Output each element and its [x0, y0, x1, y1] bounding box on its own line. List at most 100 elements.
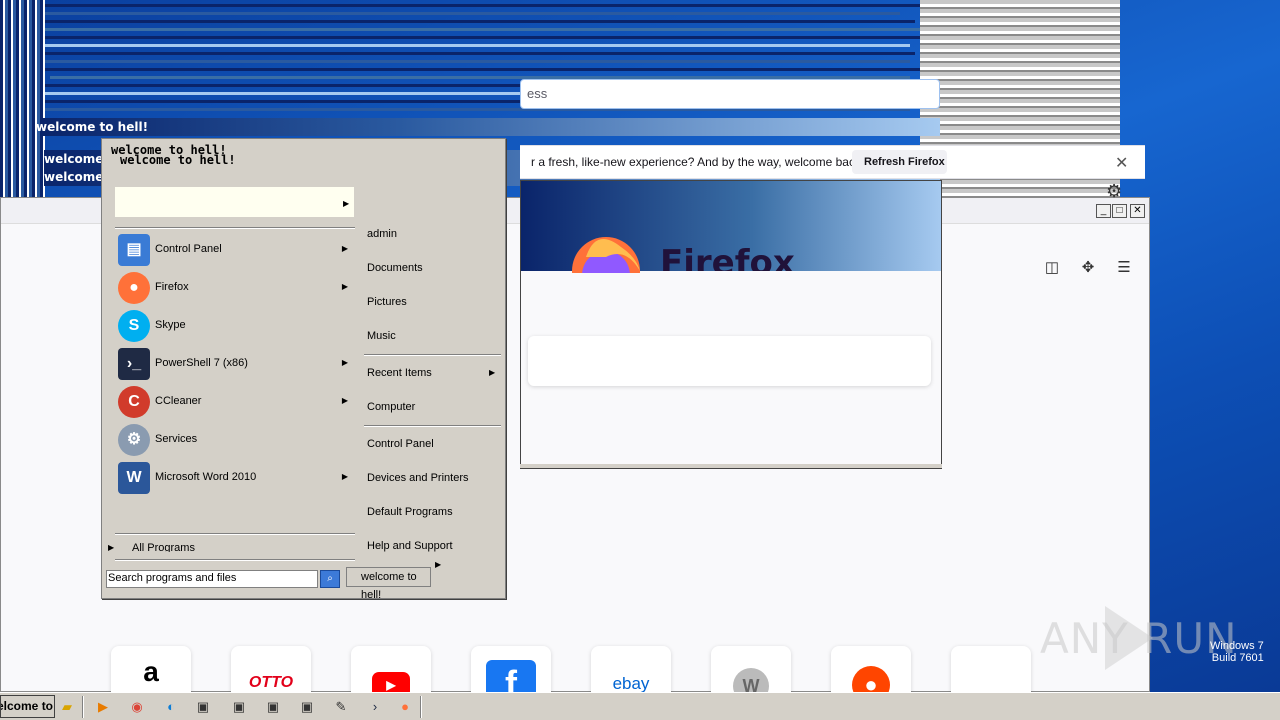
ccleaner-icon: C	[118, 386, 150, 418]
top-site-wikipedia[interactable]: W	[711, 646, 791, 692]
extensions-icon[interactable]: ✥	[1078, 258, 1098, 278]
edge-icon[interactable]: ◐	[160, 697, 182, 717]
start-right-documents[interactable]: Documents	[367, 262, 423, 274]
start-item-label: PowerShell 7 (x86)	[155, 357, 248, 369]
refresh-firefox-button[interactable]: Refresh Firefox	[852, 150, 947, 174]
window-icon[interactable]: ▣	[192, 697, 214, 717]
start-search-placeholder: Search programs and files	[108, 572, 237, 584]
newtab-search-box[interactable]	[528, 336, 931, 386]
ebay-icon: ebay	[612, 674, 650, 692]
chevron-right-icon: ▶	[341, 358, 348, 367]
start-item-skype[interactable]: S Skype	[116, 309, 354, 343]
divider	[420, 696, 422, 718]
start-item-label: Microsoft Word 2010	[155, 471, 257, 483]
chevron-right-icon: ▶	[341, 282, 348, 291]
start-right-recent-items[interactable]: Recent Items	[367, 367, 432, 379]
divider	[364, 425, 501, 427]
start-right-music[interactable]: Music	[367, 330, 396, 342]
start-item-ccleaner[interactable]: C CCleaner ▶	[116, 385, 354, 419]
refresh-notification-text: r a fresh, like-new experience? And by t…	[531, 155, 865, 169]
all-programs-button[interactable]: All Programs	[132, 542, 195, 552]
start-right-control-panel[interactable]: Control Panel	[367, 438, 434, 450]
word-icon: W	[118, 462, 150, 494]
start-button[interactable]: elcome to	[0, 695, 55, 718]
start-item-powershell[interactable]: ›_ PowerShell 7 (x86) ▶	[116, 347, 354, 381]
start-item-label: Skype	[155, 319, 186, 331]
close-notification-icon[interactable]: ✕	[1115, 153, 1128, 173]
shutdown-arrow-icon[interactable]: ▶	[435, 560, 441, 569]
notepad-icon[interactable]: ✎	[330, 697, 352, 717]
top-site-facebook[interactable]: f	[471, 646, 551, 692]
powershell-icon: ›_	[118, 348, 150, 380]
menu-icon[interactable]: ☰	[1114, 258, 1134, 278]
start-item-label: Firefox	[155, 281, 189, 293]
start-item-label: Services	[155, 433, 198, 445]
top-site-amazon[interactable]: a	[111, 646, 191, 692]
minimize-button[interactable]: _	[1096, 204, 1111, 218]
chevron-right-icon: ▶	[343, 199, 350, 208]
start-right-devices-printers[interactable]: Devices and Printers	[367, 472, 469, 484]
top-site-reddit[interactable]: ●	[831, 646, 911, 692]
explorer-icon[interactable]: ▰	[56, 697, 78, 717]
start-right-help-support[interactable]: Help and Support	[367, 540, 453, 552]
control-panel-icon: ▤	[118, 234, 150, 266]
chevron-right-icon: ▶	[341, 472, 348, 481]
start-right-admin[interactable]: admin	[367, 228, 397, 240]
services-icon: ⚙	[118, 424, 150, 456]
window-icon[interactable]: ▣	[262, 697, 284, 717]
start-item-control-panel[interactable]: ▤ Control Panel ▶	[116, 233, 354, 267]
powershell-icon[interactable]: ›	[364, 697, 386, 717]
media-player-icon[interactable]: ▶	[92, 697, 114, 717]
start-right-default-programs[interactable]: Default Programs	[367, 506, 453, 518]
window-icon[interactable]: ▣	[296, 697, 318, 717]
firefox-wordmark: Firefox	[660, 243, 795, 271]
start-right-pictures[interactable]: Pictures	[367, 296, 407, 308]
pinned-item-highlight[interactable]	[115, 187, 266, 217]
start-menu-header: welcome to hell!	[120, 153, 236, 167]
shutdown-button[interactable]: welcome to hell!	[346, 567, 431, 601]
firefox-icon: ●	[118, 272, 150, 304]
otto-icon: OTTO	[248, 674, 294, 691]
top-site-youtube[interactable]: ▶	[351, 646, 431, 692]
glitch-titlebar	[40, 118, 940, 136]
glitch-window	[520, 180, 942, 469]
facebook-icon: f	[471, 660, 551, 692]
taskbar: elcome to ▰ ▶ ◉ ◐ ▣ ▣ ▣ ▣ ✎ › ●	[0, 692, 1280, 720]
firefox-icon[interactable]: ●	[394, 697, 416, 717]
url-bar[interactable]	[520, 79, 940, 109]
windows-version-text: Windows 7 Build 7601	[1210, 640, 1264, 664]
glitch-window-border	[520, 464, 942, 469]
gear-icon[interactable]: ⚙	[1106, 181, 1122, 202]
start-item-label: CCleaner	[155, 395, 202, 407]
top-site-ebay[interactable]: ebay	[591, 646, 671, 692]
pinned-item-highlight[interactable]	[266, 187, 354, 217]
maximize-button[interactable]: □	[1112, 204, 1127, 218]
youtube-icon: ▶	[351, 672, 431, 692]
start-item-services[interactable]: ⚙ Services	[116, 423, 354, 457]
all-programs-arrow-icon: ▶	[108, 543, 115, 552]
wikipedia-icon: W	[711, 668, 791, 692]
chevron-right-icon: ▶	[489, 368, 496, 377]
start-menu: welcome to hell! welcome to hell! ▶ ▤ Co…	[101, 138, 506, 601]
top-site-otto[interactable]: OTTO	[231, 646, 311, 692]
start-right-computer[interactable]: Computer	[367, 401, 415, 413]
search-icon[interactable]: ⌕	[320, 570, 340, 588]
divider	[115, 227, 355, 229]
divider	[115, 533, 355, 535]
reddit-icon: ●	[831, 666, 911, 692]
amazon-icon: a	[143, 656, 159, 687]
top-site-empty[interactable]	[951, 646, 1031, 692]
divider	[364, 354, 501, 356]
chrome-icon[interactable]: ◉	[126, 697, 148, 717]
start-item-word[interactable]: W Microsoft Word 2010 ▶	[116, 461, 354, 495]
start-item-firefox[interactable]: ● Firefox ▶	[116, 271, 354, 305]
chevron-right-icon: ▶	[341, 396, 348, 405]
divider	[82, 696, 84, 718]
firefox-logo-icon	[566, 227, 646, 273]
close-button[interactable]: ✕	[1130, 204, 1145, 218]
skype-icon: S	[118, 310, 150, 342]
watermark: ANY RUN	[1040, 614, 1238, 663]
pocket-icon[interactable]: ◫	[1042, 258, 1062, 278]
start-item-label: Control Panel	[155, 243, 222, 255]
window-icon[interactable]: ▣	[228, 697, 250, 717]
